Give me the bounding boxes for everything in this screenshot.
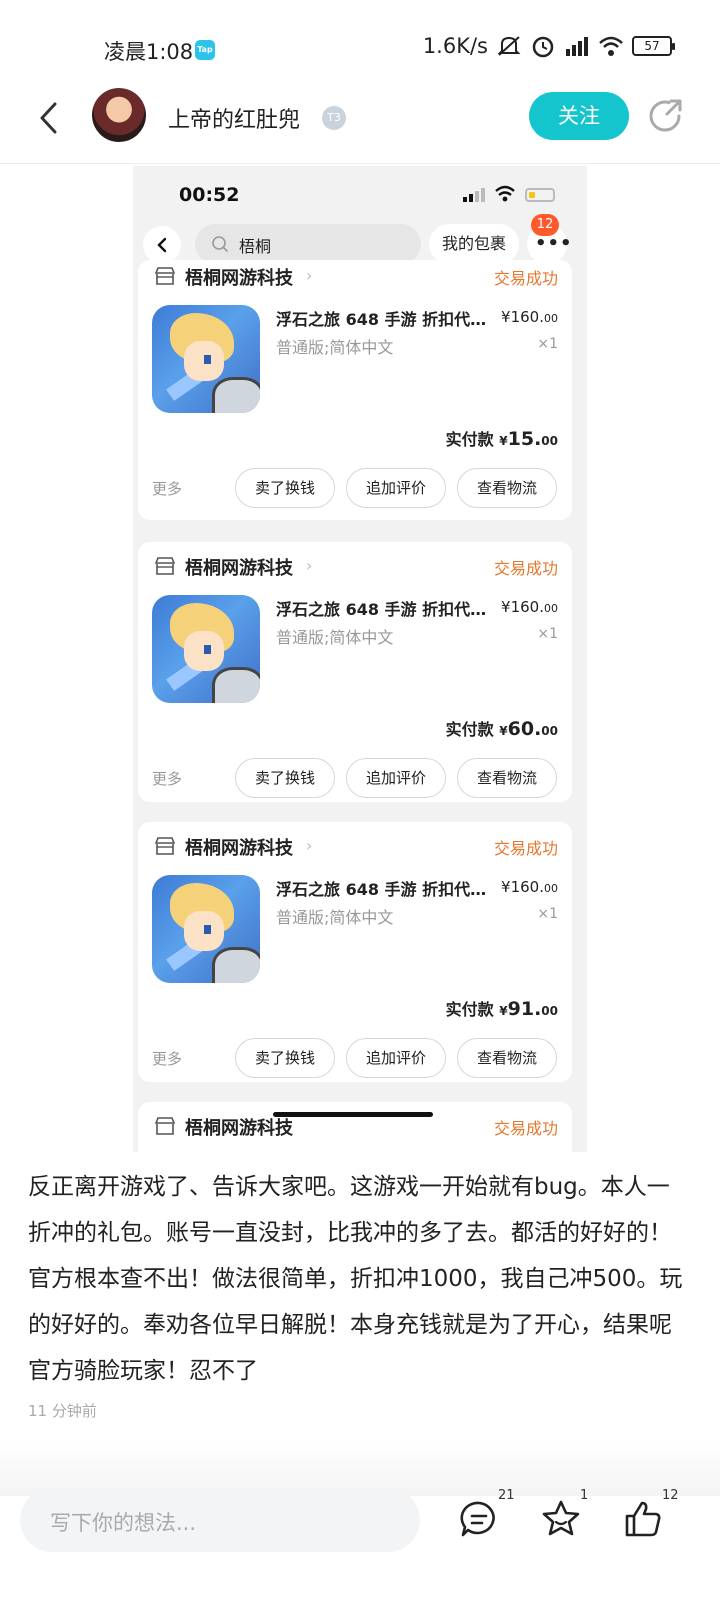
battery-indicator: 57 (632, 36, 675, 56)
chevron-right-icon: › (306, 266, 313, 285)
store-name: 梧桐网游科技 (185, 558, 293, 579)
status-time: 凌晨1:08 (104, 40, 194, 64)
star-icon[interactable] (540, 1498, 582, 1540)
item-variant: 普通版;简体中文 (276, 338, 394, 357)
thumbs-up-icon[interactable] (622, 1498, 664, 1540)
game-cover-image (152, 875, 260, 983)
order-card: 梧桐网游科技 › 交易成功 浮石之旅 648 手游 折扣代充 官方充值 ¥160… (138, 822, 572, 1082)
image-status-bar: 00:52 (133, 166, 587, 218)
item-price: ¥160.00 (501, 878, 558, 896)
more-dots-icon: ••• (535, 233, 573, 254)
item-variant: 普通版;简体中文 (276, 908, 394, 927)
post-header: 上帝的红肚兜 T3 关注 (0, 88, 720, 164)
comment-icon[interactable] (458, 1498, 500, 1540)
bottom-action-bar: 写下你的想法... 21 1 12 (0, 1488, 720, 1600)
back-icon[interactable] (30, 98, 70, 138)
chevron-right-icon: › (306, 836, 313, 855)
comment-input[interactable]: 写下你的想法... (20, 1488, 420, 1552)
item-quantity: ×1 (537, 906, 558, 922)
store-icon (154, 557, 176, 575)
sell-button: 卖了换钱 (235, 1038, 335, 1078)
order-status: 交易成功 (493, 839, 558, 858)
status-indicators: 1.6K/s 57 (422, 34, 675, 58)
item-quantity: ×1 (537, 626, 558, 642)
message-badge: 12 (531, 214, 559, 236)
add-review-button: 追加评价 (346, 468, 446, 508)
home-indicator (273, 1112, 433, 1117)
chevron-left-icon (157, 237, 167, 253)
image-back-button (143, 226, 181, 264)
sell-button: 卖了换钱 (235, 468, 335, 508)
store-name: 梧桐网游科技 (185, 268, 293, 289)
sell-button: 卖了换钱 (235, 758, 335, 798)
more-link: 更多 (152, 1050, 183, 1068)
order-status: 交易成功 (493, 1119, 558, 1138)
store-name: 梧桐网游科技 (185, 1118, 293, 1139)
chevron-right-icon: › (306, 556, 313, 575)
more-link: 更多 (152, 770, 183, 788)
alarm-icon (532, 36, 554, 58)
comment-count: 21 (498, 1488, 515, 1503)
store-icon (154, 837, 176, 855)
favorite-count: 1 (580, 1488, 589, 1503)
paid-amount: 实付款 ¥60.00 (445, 718, 558, 740)
view-logistics-button: 查看物流 (457, 1038, 557, 1078)
order-card: 梧桐网游科技 交易成功 (138, 1102, 572, 1152)
order-card: 梧桐网游科技 › 交易成功 浮石之旅 648 手游 折扣代充 官方充值 ¥160… (138, 260, 572, 520)
status-bar: 凌晨1:08 Tap 1.6K/s 57 (0, 0, 720, 90)
like-count: 12 (662, 1488, 679, 1503)
post-timestamp: 11 分钟前 (28, 1402, 97, 1420)
item-price: ¥160.00 (501, 598, 558, 616)
comment-placeholder: 写下你的想法... (50, 1511, 197, 1535)
image-search-text: 梧桐 (239, 237, 272, 256)
store-icon (154, 267, 176, 285)
signal-icon (463, 188, 485, 202)
view-logistics-button: 查看物流 (457, 758, 557, 798)
my-package-button: 我的包裹 (429, 224, 519, 264)
game-cover-image (152, 595, 260, 703)
signal-icon (566, 37, 588, 56)
battery-icon (525, 188, 555, 202)
post-image[interactable]: 00:52 梧桐 我的包裹 ••• 12 梧桐网游科技 › 交易成功 浮石之旅 … (133, 166, 587, 1152)
network-speed: 1.6K/s (422, 34, 488, 58)
view-logistics-button: 查看物流 (457, 468, 557, 508)
avatar[interactable] (92, 88, 146, 142)
add-review-button: 追加评价 (346, 758, 446, 798)
item-title: 浮石之旅 648 手游 折扣代充 官方充值 (276, 310, 502, 329)
item-title: 浮石之旅 648 手游 折扣代充 官方充值 (276, 880, 502, 899)
item-quantity: ×1 (537, 336, 558, 352)
item-price: ¥160.00 (501, 308, 558, 326)
paid-amount: 实付款 ¥15.00 (445, 428, 558, 450)
add-review-button: 追加评价 (346, 1038, 446, 1078)
tap-app-icon: Tap (195, 40, 215, 60)
item-variant: 普通版;简体中文 (276, 628, 394, 647)
image-search-field: 梧桐 (195, 224, 421, 264)
post-body: 反正离开游戏了、告诉大家吧。这游戏一开始就有bug。本人一折冲的礼包。账号一直没… (28, 1174, 683, 1384)
game-cover-image (152, 305, 260, 413)
more-link: 更多 (152, 480, 183, 498)
author-name[interactable]: 上帝的红肚兜 (168, 102, 300, 134)
image-status-time: 00:52 (179, 184, 240, 206)
order-card: 梧桐网游科技 › 交易成功 浮石之旅 648 手游 折扣代充 官方充值 ¥160… (138, 542, 572, 802)
store-name: 梧桐网游科技 (185, 838, 293, 859)
paid-amount: 实付款 ¥91.00 (445, 998, 558, 1020)
item-title: 浮石之旅 648 手游 折扣代充 官方充值 (276, 600, 502, 619)
wifi-icon (599, 36, 623, 56)
order-status: 交易成功 (493, 269, 558, 288)
level-badge: T3 (322, 106, 346, 130)
search-icon (212, 236, 229, 253)
store-icon (154, 1117, 176, 1135)
order-status: 交易成功 (493, 559, 558, 578)
mute-icon (497, 36, 521, 56)
wifi-icon (495, 185, 515, 202)
follow-button[interactable]: 关注 (529, 92, 629, 140)
share-icon[interactable] (645, 96, 685, 136)
